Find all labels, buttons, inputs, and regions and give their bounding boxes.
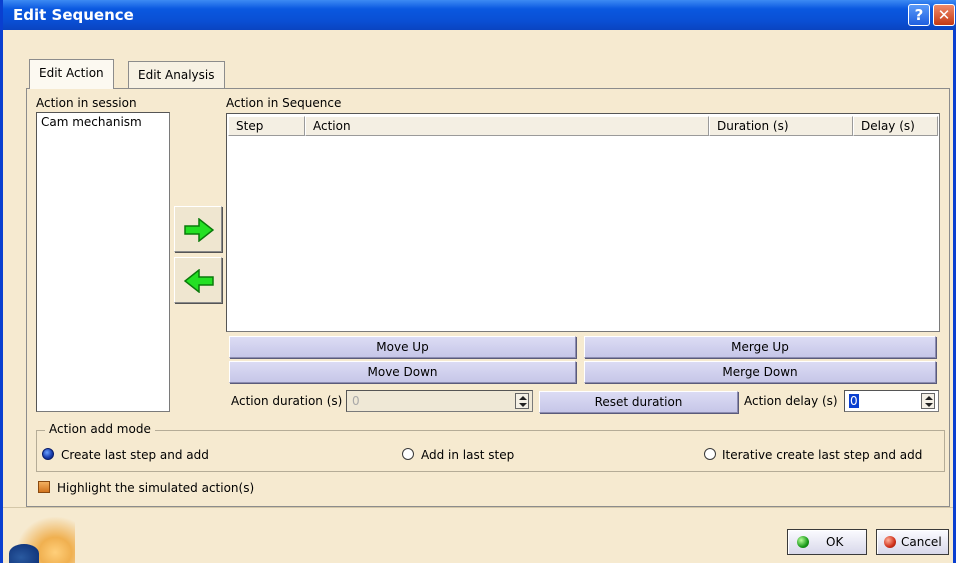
radio-iterative-create[interactable]	[704, 448, 716, 460]
ok-icon	[797, 536, 809, 548]
help-icon[interactable]: ?	[908, 4, 930, 26]
action-duration-value: 0	[352, 394, 360, 408]
column-header-duration[interactable]: Duration (s)	[709, 116, 853, 136]
sequence-table-label: Action in Sequence	[226, 96, 342, 110]
ok-button-label: OK	[826, 535, 844, 549]
list-item[interactable]: Cam mechanism	[41, 115, 142, 129]
reset-duration-button[interactable]: Reset duration	[539, 391, 738, 413]
duration-spinner-icon	[515, 393, 529, 409]
cancel-button-label: Cancel	[901, 535, 942, 549]
remove-from-sequence-button[interactable]	[174, 257, 222, 303]
cancel-button[interactable]: Cancel	[876, 529, 949, 555]
arrow-right-icon	[184, 218, 214, 242]
column-header-step[interactable]: Step	[228, 116, 305, 136]
add-to-sequence-button[interactable]	[174, 206, 222, 252]
ok-button[interactable]: OK	[787, 529, 867, 555]
tab-edit-analysis[interactable]: Edit Analysis	[128, 61, 225, 89]
close-icon[interactable]: ✕	[933, 4, 955, 26]
highlight-checkbox[interactable]	[38, 481, 50, 493]
highlight-checkbox-label[interactable]: Highlight the simulated action(s)	[57, 481, 254, 495]
session-list[interactable]: Cam mechanism	[36, 112, 170, 412]
radio-create-last-step[interactable]	[42, 448, 54, 460]
sequence-table[interactable]	[226, 113, 940, 332]
cancel-icon	[884, 536, 896, 548]
delay-spinner-icon[interactable]	[921, 393, 935, 409]
column-header-action[interactable]: Action	[305, 116, 709, 136]
action-duration-label: Action duration (s)	[231, 394, 343, 408]
radio-add-in-last-step-label[interactable]: Add in last step	[421, 448, 514, 462]
tab-edit-action[interactable]: Edit Action	[29, 59, 114, 89]
action-delay-field[interactable]: 0	[844, 390, 939, 412]
app-logo-icon	[9, 510, 75, 563]
radio-iterative-create-label[interactable]: Iterative create last step and add	[722, 448, 922, 462]
arrow-left-icon	[184, 269, 214, 293]
action-duration-field: 0	[346, 390, 533, 412]
bottom-divider	[3, 507, 953, 508]
radio-create-last-step-label[interactable]: Create last step and add	[61, 448, 209, 462]
merge-down-button[interactable]: Merge Down	[584, 361, 936, 383]
action-add-mode-legend: Action add mode	[45, 422, 155, 436]
radio-add-in-last-step[interactable]	[402, 448, 414, 460]
action-delay-label: Action delay (s)	[744, 394, 838, 408]
move-up-button[interactable]: Move Up	[229, 336, 576, 358]
column-header-delay[interactable]: Delay (s)	[853, 116, 938, 136]
window-title: Edit Sequence	[13, 6, 134, 24]
move-down-button[interactable]: Move Down	[229, 361, 576, 383]
session-list-label: Action in session	[36, 96, 137, 110]
action-delay-value[interactable]: 0	[849, 394, 859, 408]
title-bar: Edit Sequence ? ✕	[3, 0, 956, 30]
edit-sequence-window: Edit Sequence ? ✕ Edit Action Edit Analy…	[0, 0, 956, 563]
merge-up-button[interactable]: Merge Up	[584, 336, 936, 358]
